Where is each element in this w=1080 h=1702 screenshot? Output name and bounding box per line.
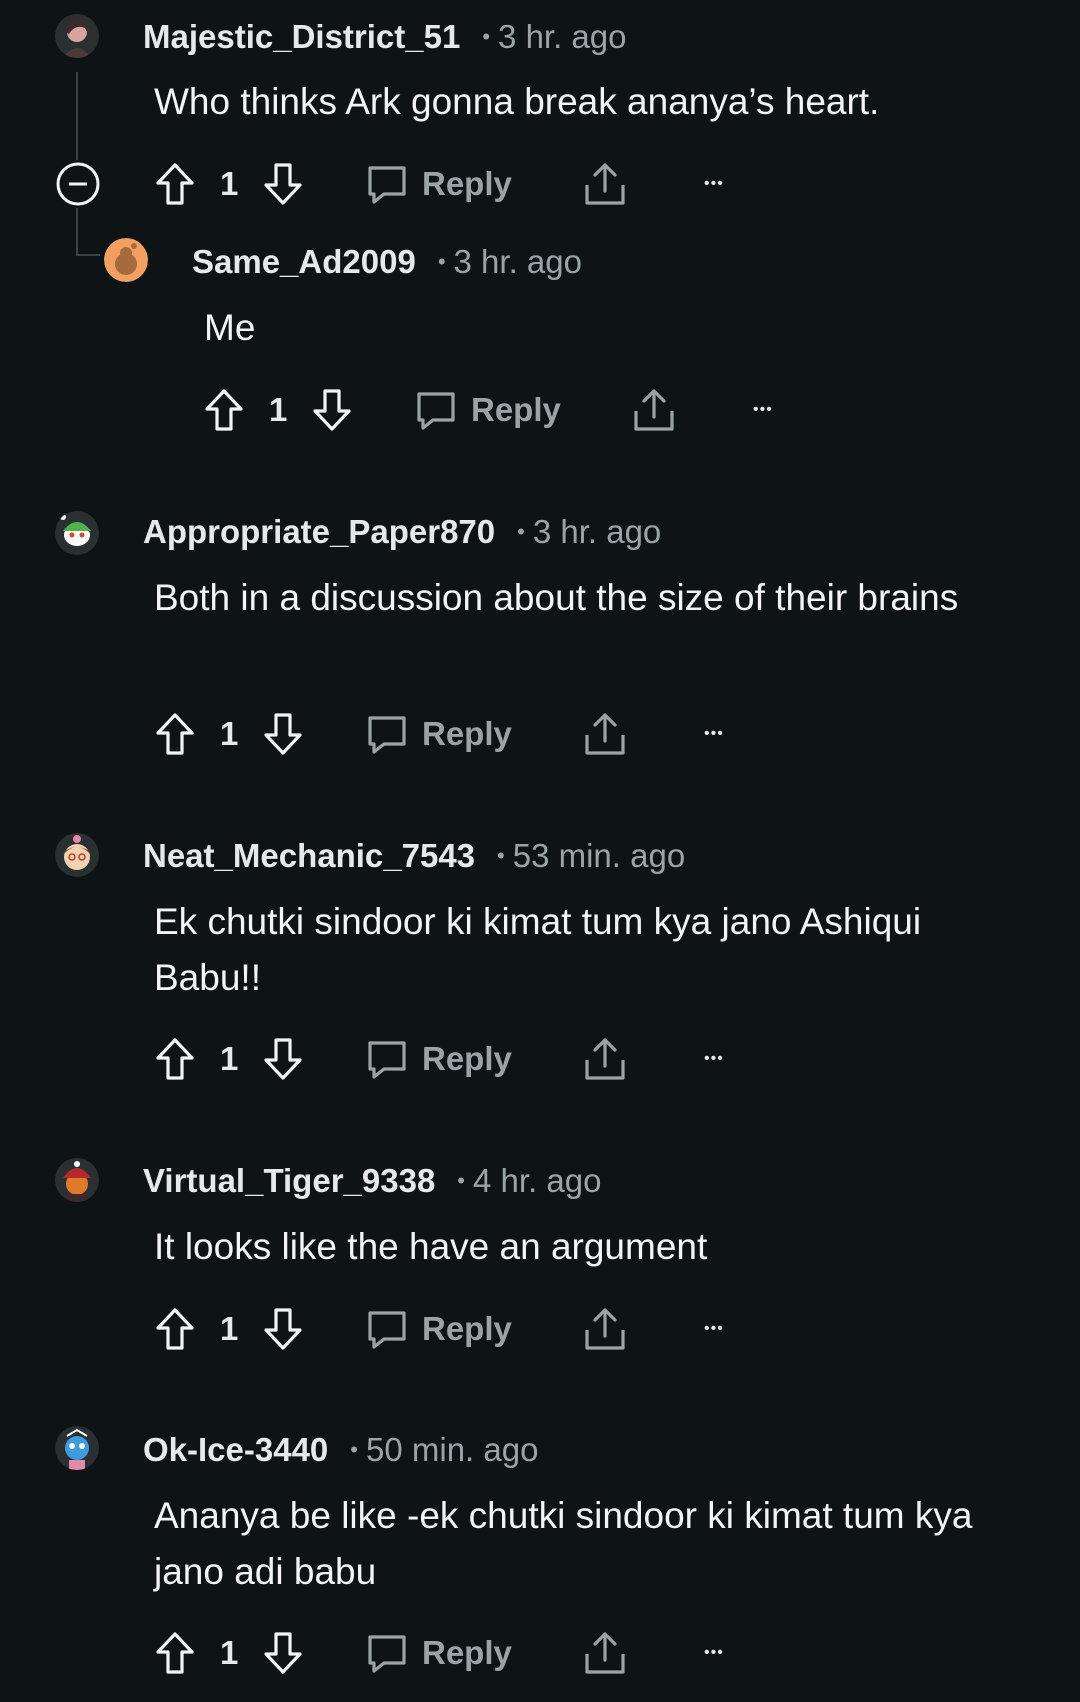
vote-count: 1 [220, 1310, 239, 1347]
separator-dot: • [437, 249, 446, 274]
share-icon[interactable] [583, 1623, 627, 1683]
more-options-icon[interactable]: ••• [704, 704, 724, 764]
reply-button[interactable]: Reply [366, 704, 512, 764]
collapse-minus-icon[interactable] [55, 154, 101, 214]
upvote-icon[interactable] [154, 1299, 196, 1359]
comment-actions: 1 Reply ••• [0, 1623, 760, 1683]
reply-button[interactable]: Reply [366, 1623, 512, 1683]
reply-button[interactable]: Reply [366, 1029, 512, 1089]
username[interactable]: Neat_Mechanic_7543 [143, 837, 475, 875]
timestamp: 50 min. ago [366, 1431, 539, 1468]
timestamp: 4 hr. ago [473, 1162, 602, 1199]
username[interactable]: Ok-Ice-3440 [143, 1431, 328, 1469]
more-options-icon[interactable]: ••• [704, 1299, 724, 1359]
comment-meta: Neat_Mechanic_7543 • 53 min. ago [143, 837, 685, 875]
reply-label: Reply [422, 715, 512, 752]
upvote-icon[interactable] [154, 1623, 196, 1683]
thread-line [76, 208, 78, 256]
username[interactable]: Same_Ad2009 [192, 243, 416, 281]
downvote-icon[interactable] [262, 704, 304, 764]
comment-meta: Virtual_Tiger_9338 • 4 hr. ago [143, 1162, 601, 1200]
comment-meta: Same_Ad2009 • 3 hr. ago [192, 243, 582, 281]
vote-count: 1 [220, 715, 239, 752]
avatar[interactable] [104, 238, 148, 282]
vote-count: 1 [220, 1040, 239, 1077]
comment-actions: 1 Reply ••• [49, 380, 809, 440]
timestamp: 3 hr. ago [532, 513, 662, 550]
reply-button[interactable]: Reply [366, 1299, 512, 1359]
upvote-icon[interactable] [154, 704, 196, 764]
comment-meta: Ok-Ice-3440 • 50 min. ago [143, 1431, 538, 1469]
downvote-icon[interactable] [262, 154, 304, 214]
upvote-icon[interactable] [154, 1029, 196, 1089]
downvote-icon[interactable] [262, 1623, 304, 1683]
reply-button[interactable]: Reply [366, 154, 512, 214]
thread-curve [76, 254, 100, 256]
reply-button[interactable]: Reply [415, 380, 561, 440]
timestamp: 53 min. ago [512, 837, 686, 874]
avatar[interactable] [55, 14, 99, 58]
share-icon[interactable] [583, 1299, 627, 1359]
comment-body: Who thinks Ark gonna break ananya’s hear… [154, 81, 880, 122]
comment-body: Ek chutki sindoor ki kimat tum kya jano … [154, 901, 922, 998]
vote-count: 1 [269, 391, 288, 428]
avatar[interactable] [55, 1426, 99, 1470]
comment-actions: 1 Reply ••• [0, 704, 760, 764]
upvote-icon[interactable] [154, 154, 196, 214]
username[interactable]: Majestic_District_51 [143, 18, 460, 56]
share-icon[interactable] [632, 380, 676, 440]
thread-line [76, 72, 78, 160]
comment-actions: 1 Reply ••• [0, 154, 760, 214]
reply-label: Reply [422, 165, 512, 202]
comment-actions: 1 Reply ••• [0, 1299, 760, 1359]
more-options-icon[interactable]: ••• [704, 1029, 724, 1089]
comment-body: Ananya be like -ek chutki sindoor ki kim… [154, 1495, 973, 1592]
reply-label: Reply [422, 1040, 512, 1077]
upvote-icon[interactable] [203, 380, 245, 440]
separator-dot: • [350, 1437, 358, 1462]
comment-body: It looks like the have an argument [154, 1226, 708, 1267]
avatar[interactable] [55, 511, 99, 555]
reply-label: Reply [422, 1310, 512, 1347]
more-options-icon[interactable]: ••• [704, 154, 724, 214]
avatar[interactable] [55, 833, 99, 877]
vote-count: 1 [220, 1634, 239, 1671]
reply-label: Reply [422, 1634, 512, 1671]
username[interactable]: Appropriate_Paper870 [143, 513, 495, 551]
comment-actions: 1 Reply ••• [0, 1029, 760, 1089]
timestamp: 3 hr. ago [498, 18, 627, 55]
comment-meta: Appropriate_Paper870 • 3 hr. ago [143, 513, 661, 551]
separator-dot: • [457, 1168, 465, 1193]
timestamp: 3 hr. ago [453, 243, 582, 280]
avatar[interactable] [55, 1158, 99, 1202]
reply-label: Reply [471, 391, 561, 428]
comment-meta: Majestic_District_51 • 3 hr. ago [143, 18, 627, 56]
more-options-icon[interactable]: ••• [704, 1623, 724, 1683]
share-icon[interactable] [583, 1029, 627, 1089]
downvote-icon[interactable] [262, 1029, 304, 1089]
downvote-icon[interactable] [311, 380, 353, 440]
share-icon[interactable] [583, 704, 627, 764]
downvote-icon[interactable] [262, 1299, 304, 1359]
share-icon[interactable] [583, 154, 627, 214]
separator-dot: • [482, 24, 491, 49]
comment-body: Both in a discussion about the size of t… [154, 577, 959, 618]
more-options-icon[interactable]: ••• [753, 380, 773, 440]
username[interactable]: Virtual_Tiger_9338 [143, 1162, 435, 1200]
vote-count: 1 [220, 165, 239, 202]
separator-dot: • [517, 519, 525, 544]
comment-body: Me [204, 307, 256, 348]
separator-dot: • [497, 843, 505, 868]
